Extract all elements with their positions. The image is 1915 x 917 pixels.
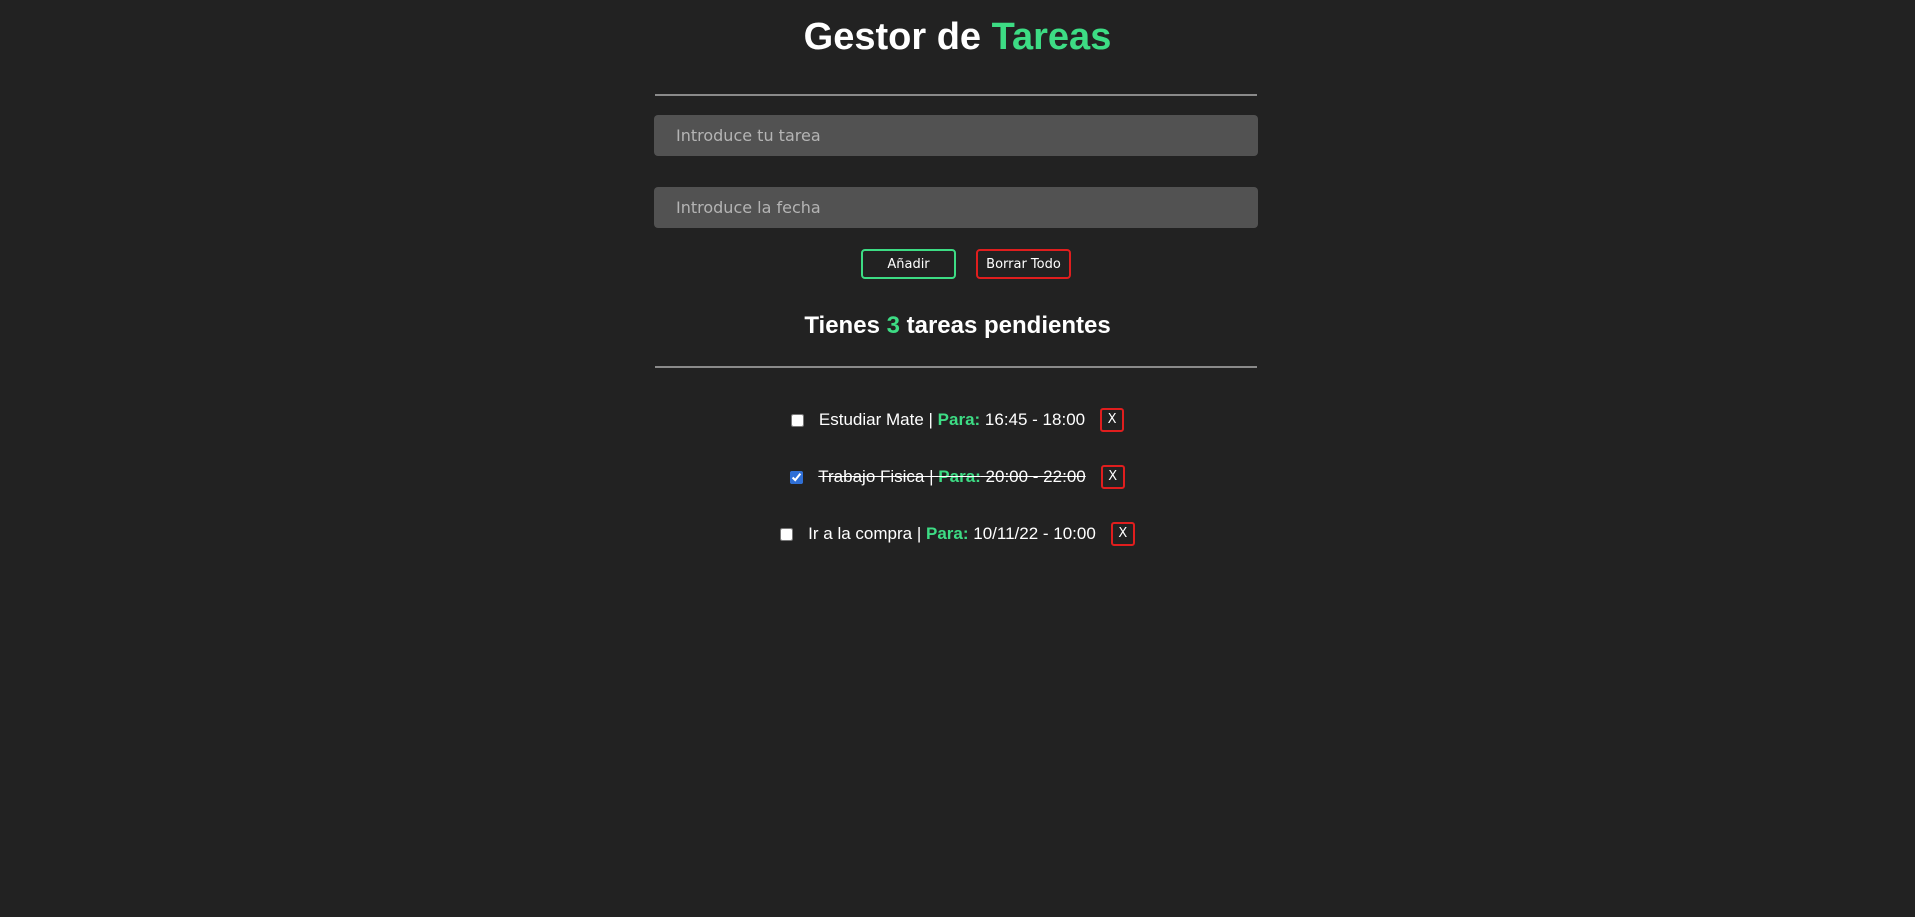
- task-when: 16:45 - 18:00: [980, 410, 1086, 429]
- task-item: Ir a la compra | Para: 10/11/22 - 10:00 …: [0, 519, 1915, 549]
- pending-summary: Tienes 3 tareas pendientes: [0, 311, 1915, 341]
- task-checkbox[interactable]: [790, 413, 804, 427]
- pending-suffix: tareas pendientes: [899, 312, 1111, 339]
- task-manager-app: Gestor de Tareas Añadir Borrar Todo Tien…: [0, 0, 1915, 917]
- date-input[interactable]: [654, 187, 1258, 228]
- pending-count: 3: [886, 312, 900, 339]
- top-divider: [655, 94, 1257, 96]
- page-title-main: Gestor de: [803, 16, 992, 58]
- add-button[interactable]: Añadir: [861, 249, 956, 279]
- bottom-divider: [655, 366, 1257, 368]
- task-item: Estudiar Mate | Para: 16:45 - 18:00 X: [0, 405, 1915, 435]
- clear-all-button[interactable]: Borrar Todo: [976, 249, 1071, 279]
- task-name: Trabajo Fisica: [818, 467, 925, 486]
- task-separator: |: [912, 524, 926, 543]
- task-name: Estudiar Mate: [818, 410, 924, 429]
- page-title: Gestor de Tareas: [0, 14, 1915, 60]
- delete-task-button[interactable]: X: [1100, 408, 1125, 432]
- task-checkbox[interactable]: [790, 470, 804, 484]
- delete-task-button[interactable]: X: [1110, 522, 1135, 546]
- task-para-label: Para:: [938, 467, 981, 486]
- task-para-label: Para:: [937, 410, 981, 429]
- page-title-accent: Tareas: [991, 16, 1112, 58]
- task-text: Trabajo Fisica | Para: 20:00 - 22:00: [818, 467, 1085, 487]
- task-when: 10/11/22 - 10:00: [968, 524, 1096, 543]
- task-separator: |: [924, 467, 939, 486]
- task-name: Ir a la compra: [808, 524, 913, 543]
- pending-prefix: Tienes: [804, 312, 887, 339]
- task-text: Estudiar Mate | Para: 16:45 - 18:00: [819, 410, 1085, 430]
- task-when: 20:00 - 22:00: [980, 467, 1086, 486]
- task-separator: |: [923, 410, 938, 429]
- task-input[interactable]: [654, 115, 1258, 156]
- task-para-label: Para:: [925, 524, 969, 543]
- task-text: Ir a la compra | Para: 10/11/22 - 10:00: [808, 524, 1096, 544]
- delete-task-button[interactable]: X: [1100, 465, 1125, 489]
- task-checkbox[interactable]: [780, 527, 794, 541]
- task-item: Trabajo Fisica | Para: 20:00 - 22:00 X: [0, 462, 1915, 492]
